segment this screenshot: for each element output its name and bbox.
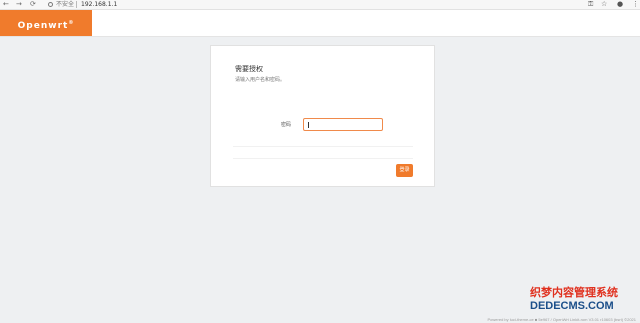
menu-icon[interactable]: ⋮ [632,0,639,9]
password-input[interactable] [303,118,383,131]
info-icon[interactable] [48,2,53,7]
back-icon[interactable]: ← [3,0,9,9]
browser-toolbar: ← → ⟳ 不安全 192.168.1.1 ⚿ ☆ ● ⋮ [0,0,640,10]
profile-icon[interactable]: ● [617,0,623,9]
watermark-en: DEDECMS.COM [530,300,614,312]
security-status[interactable]: 不安全 [56,0,74,9]
password-label: 密码 [281,122,292,128]
watermark: 织梦内容管理系统 DEDECMS.COM [530,287,640,317]
watermark-cn: 织梦内容管理系统 [530,286,618,299]
login-title: 需要授权 [235,65,263,73]
forward-icon[interactable]: → [16,0,22,9]
footer-text: Powered by luci-theme-ce ■ 5e967 / OpenW… [487,317,636,322]
divider [233,158,413,159]
text-cursor [308,122,309,128]
address-bar[interactable]: 192.168.1.1 [81,0,117,9]
site-header: Openwrt® [0,10,640,37]
key-icon[interactable]: ⚿ [588,0,593,9]
star-icon[interactable]: ☆ [601,0,607,9]
reload-icon[interactable]: ⟳ [30,0,36,9]
brand-registered-mark: ® [68,20,75,26]
login-subtitle: 请输入用户名和密码。 [235,77,286,83]
brand-logo[interactable]: Openwrt® [0,10,92,36]
brand-name: Openwrt [17,21,69,31]
url-separator [76,1,77,8]
login-button[interactable]: 登录 [396,164,413,177]
divider [233,146,413,147]
login-card: 需要授权 请输入用户名和密码。 密码 登录 [210,45,435,187]
